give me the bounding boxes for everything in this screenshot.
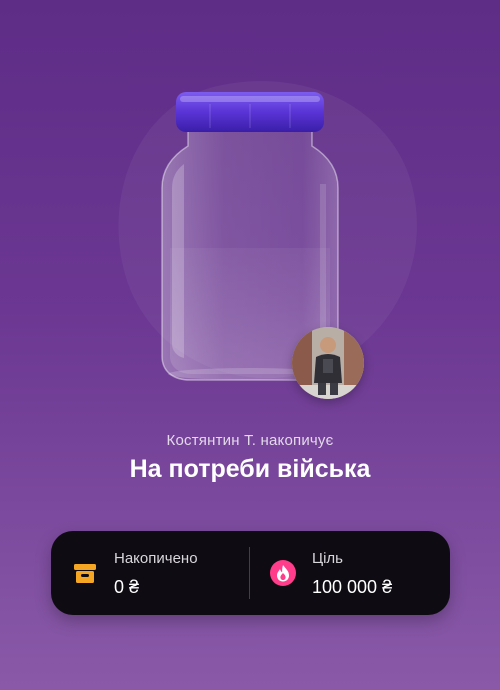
archive-box-icon (74, 564, 96, 583)
jar-title: На потреби війська (129, 455, 371, 483)
saved-value: 0 ₴ (114, 577, 140, 597)
avatar (292, 327, 364, 399)
flame-icon (270, 560, 296, 586)
avatar-photo (292, 327, 364, 399)
goal-label: Ціль (312, 550, 343, 567)
saved-label: Накопичено (114, 550, 198, 567)
goal-stat: Ціль 100 000 ₴ (250, 531, 450, 615)
stats-card: Накопичено 0 ₴ Ціль 100 000 ₴ (51, 531, 450, 615)
jar-owner-text: Костянтин Т. накопичує (166, 432, 334, 449)
saved-stat: Накопичено 0 ₴ (51, 531, 249, 615)
goal-value: 100 000 ₴ (312, 577, 393, 597)
